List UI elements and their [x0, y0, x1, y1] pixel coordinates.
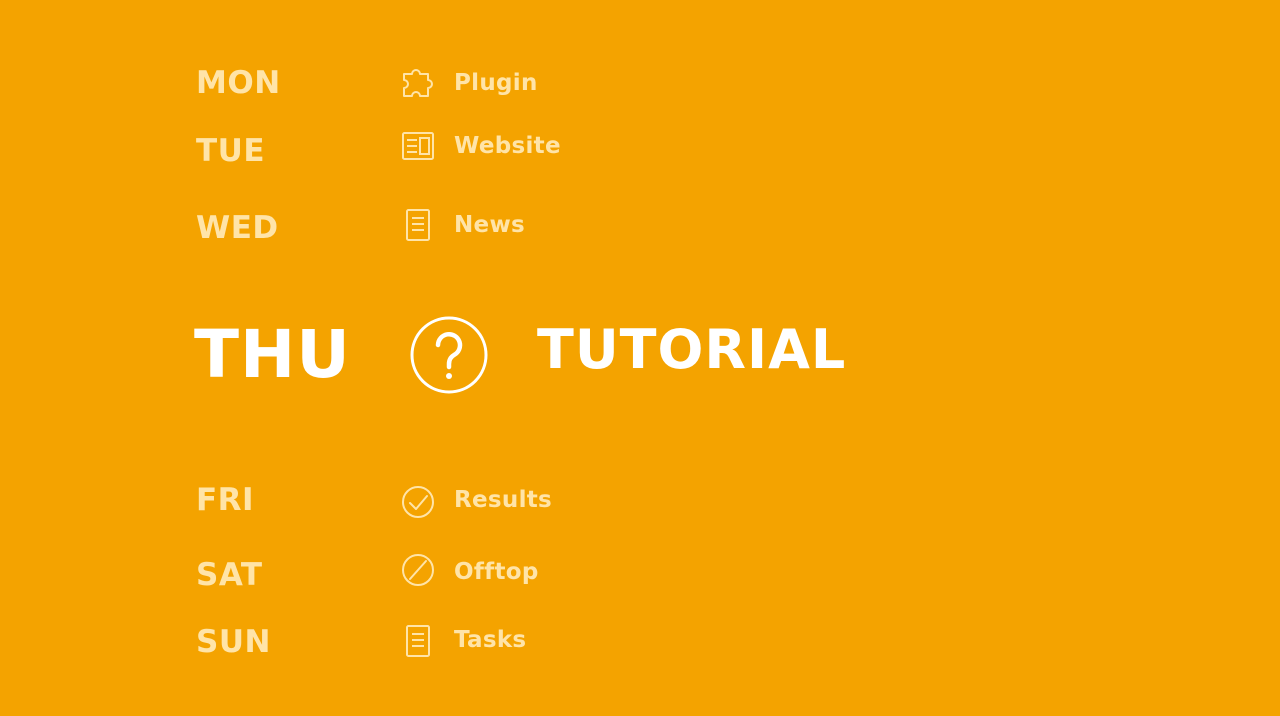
topic-tutorial: TUTORIAL — [537, 318, 847, 381]
topic-results: Results — [454, 487, 553, 513]
topic-tasks: Tasks — [454, 627, 527, 653]
day-sun: SUN — [196, 624, 271, 660]
check-circle-icon — [400, 484, 436, 520]
day-fri: FRI — [196, 482, 255, 518]
day-wed: WED — [196, 210, 279, 246]
document-lines-icon — [400, 207, 436, 243]
day-thu: THU — [194, 316, 351, 393]
topic-news: News — [454, 212, 525, 238]
topic-website: Website — [454, 133, 561, 159]
webpage-layout-icon — [400, 128, 436, 164]
question-circle-icon — [409, 315, 489, 395]
day-tue: TUE — [196, 133, 265, 169]
day-sat: SAT — [196, 557, 263, 593]
topic-plugin: Plugin — [454, 70, 538, 96]
topic-offtop: Offtop — [454, 559, 539, 585]
slash-circle-icon — [400, 552, 436, 588]
day-mon: MON — [196, 65, 281, 101]
document-lines-icon — [400, 623, 436, 659]
puzzle-piece-icon — [400, 64, 436, 100]
